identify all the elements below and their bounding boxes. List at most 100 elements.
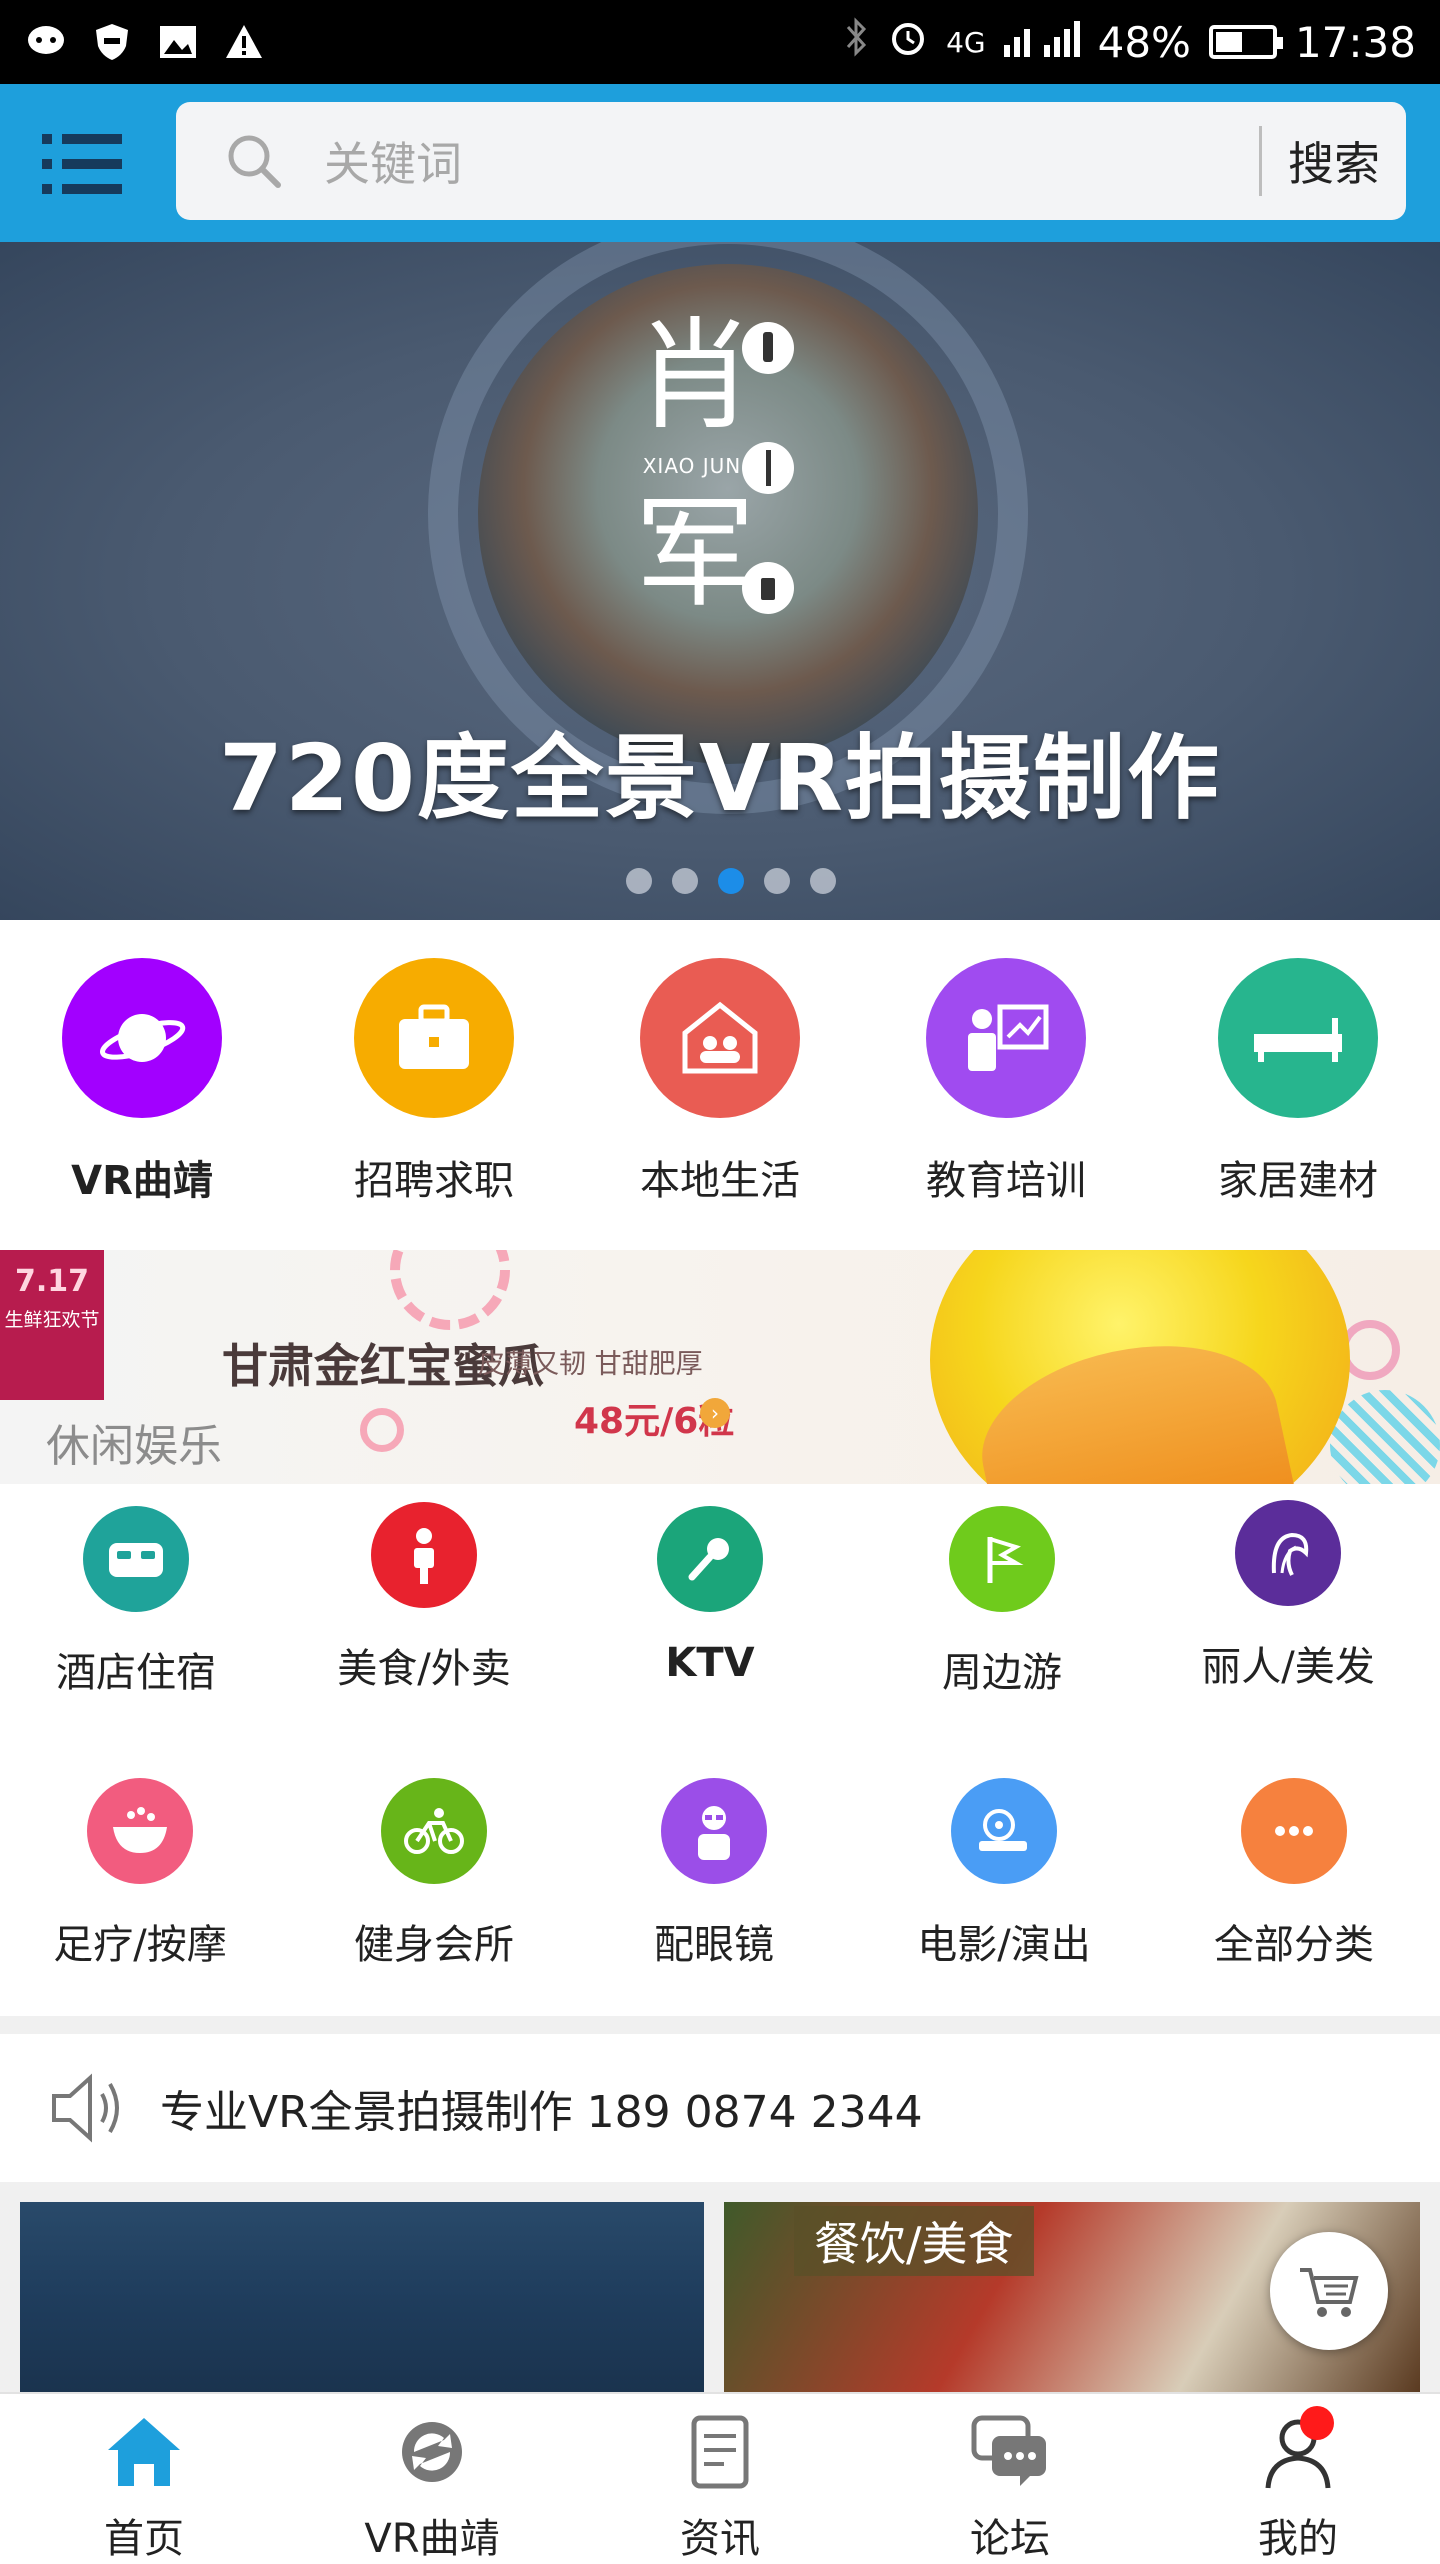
service-label: 全部分类 [1214, 1922, 1374, 1968]
tab-label: 我的 [1258, 2516, 1338, 2562]
service-glasses[interactable]: 配眼镜 [594, 1778, 834, 1970]
service-label: 丽人/美发 [1201, 1644, 1375, 1690]
main-categories: VR曲靖 招聘求职 本地生活 教育培训 家居建材 [0, 920, 1440, 1248]
category-education[interactable]: 教育培训 [876, 958, 1136, 1206]
glasses-person-icon [661, 1778, 767, 1884]
service-label: 配眼镜 [654, 1922, 774, 1968]
battery-percent: 48% [1097, 17, 1191, 67]
teacher-board-icon [926, 958, 1086, 1118]
alarm-icon [888, 17, 928, 67]
service-nearby-travel[interactable]: 周边游 [882, 1506, 1122, 1698]
film-reel-icon [951, 1778, 1057, 1884]
section-divider [0, 2016, 1440, 2034]
service-label: 健身会所 [354, 1922, 514, 1968]
service-all-categories[interactable]: 全部分类 [1174, 1778, 1414, 1970]
chevron-right-icon: › [700, 1398, 730, 1428]
category-local-life[interactable]: 本地生活 [590, 958, 850, 1206]
category-label: 家居建材 [1218, 1158, 1378, 1204]
hero-banner[interactable]: 肖军 XIAO JUN 720度全景VR拍摄制作 [0, 242, 1440, 920]
bicycle-icon [381, 1778, 487, 1884]
speaker-icon [52, 2073, 119, 2143]
banner-vertical-subtitle: XIAO JUN [642, 454, 742, 478]
rig-badge-icon [742, 562, 794, 614]
service-grid: 酒店住宿 美食/外卖 KTV 周边游 丽人/美发 足疗/按摩 健身会所 配眼镜 … [0, 1486, 1440, 2016]
menu-icon[interactable] [42, 132, 122, 196]
vr-icon [392, 2412, 472, 2492]
tab-forum[interactable]: 论坛 [910, 2412, 1110, 2564]
tab-me[interactable]: 我的 [1198, 2406, 1398, 2564]
festival-tag-name: 生鲜狂欢节 [4, 1309, 100, 1331]
foot-bath-icon [87, 1778, 193, 1884]
network-type: 4G [946, 25, 986, 59]
service-fitness[interactable]: 健身会所 [314, 1778, 554, 1970]
user-icon [1258, 2406, 1338, 2492]
delivery-person-icon [371, 1502, 477, 1608]
app-header: 关键词 搜索 [0, 84, 1440, 242]
flag-icon [949, 1506, 1055, 1612]
service-label: 足疗/按摩 [53, 1922, 227, 1968]
service-foot-massage[interactable]: 足疗/按摩 [20, 1778, 260, 1970]
search-button[interactable]: 搜索 [1262, 128, 1406, 194]
status-bar: 4G 48% 17:38 [0, 0, 1440, 84]
tab-home[interactable]: 首页 [44, 2412, 244, 2564]
carousel-dot-active[interactable] [718, 868, 744, 894]
category-home-building[interactable]: 家居建材 [1168, 958, 1428, 1206]
service-beauty-salon[interactable]: 丽人/美发 [1168, 1500, 1408, 1692]
search-bar[interactable]: 关键词 搜索 [176, 102, 1406, 220]
carousel-dot[interactable] [672, 868, 698, 894]
clock: 17:38 [1294, 17, 1416, 67]
promo-banner[interactable]: 7.17 生鲜狂欢节 甘肃金红宝蜜瓜 皮薄又韧 甘甜肥厚 48元/6粒 › 休闲… [0, 1250, 1440, 1484]
bed-icon [1218, 958, 1378, 1118]
warning-notification-icon [222, 20, 266, 64]
tab-label: 首页 [104, 2516, 184, 2562]
tab-vr-qujing[interactable]: VR曲靖 [332, 2412, 532, 2564]
banner-caption: 720度全景VR拍摄制作 [218, 725, 1222, 832]
tab-label: 资讯 [680, 2516, 760, 2562]
category-label: 教育培训 [926, 1158, 1086, 1204]
tripod-badge-icon [742, 442, 794, 494]
signal-icon [1003, 18, 1080, 67]
festival-tag: 7.17 生鲜狂欢节 [0, 1250, 104, 1400]
service-label: KTV [665, 1640, 755, 1686]
notification-badge [1300, 2406, 1334, 2440]
search-icon [228, 135, 281, 188]
category-label: 本地生活 [640, 1158, 800, 1204]
carousel-dot[interactable] [626, 868, 652, 894]
shield-notification-icon [90, 20, 134, 64]
service-ktv[interactable]: KTV [590, 1506, 830, 1686]
hotel-bed-icon [83, 1506, 189, 1612]
featured-cards: 餐饮/美食 [0, 2202, 1440, 2392]
service-hotel[interactable]: 酒店住宿 [16, 1506, 256, 1698]
tab-label: VR曲靖 [364, 2516, 500, 2562]
announcement-text: 专业VR全景拍摄制作 189 0874 2344 [160, 2087, 923, 2138]
category-label: 招聘求职 [354, 1158, 514, 1204]
tab-news[interactable]: 资讯 [620, 2412, 820, 2564]
carousel-dot[interactable] [810, 868, 836, 894]
search-input[interactable]: 关键词 [324, 128, 1259, 194]
promo-subtitle: 皮薄又韧 甘甜肥厚 [478, 1349, 703, 1380]
featured-card-sea[interactable] [20, 2202, 704, 2392]
service-movies-shows[interactable]: 电影/演出 [884, 1778, 1124, 1970]
announcement-bar[interactable]: 专业VR全景拍摄制作 189 0874 2344 [0, 2034, 1440, 2182]
service-label: 周边游 [942, 1650, 1062, 1696]
cart-button[interactable] [1270, 2232, 1388, 2350]
service-label: 电影/演出 [917, 1922, 1091, 1968]
microphone-icon [657, 1506, 763, 1612]
featured-card-label: 餐饮/美食 [794, 2206, 1034, 2276]
hair-icon [1235, 1500, 1341, 1606]
bluetooth-icon [842, 17, 870, 67]
festival-tag-date: 7.17 [14, 1264, 90, 1299]
planet-icon [62, 958, 222, 1118]
service-label: 美食/外卖 [337, 1646, 511, 1692]
service-label: 酒店住宿 [56, 1650, 216, 1696]
more-dots-icon [1241, 1778, 1347, 1884]
service-food-delivery[interactable]: 美食/外卖 [304, 1502, 544, 1694]
battery-icon [1208, 25, 1283, 59]
category-jobs[interactable]: 招聘求职 [304, 958, 564, 1206]
home-icon [104, 2412, 184, 2492]
carousel-dot[interactable] [764, 868, 790, 894]
briefcase-icon [354, 958, 514, 1118]
news-icon [680, 2412, 760, 2492]
category-vr-qujing[interactable]: VR曲靖 [12, 958, 272, 1206]
bottom-tab-bar: 首页 VR曲靖 资讯 论坛 我的 [0, 2392, 1440, 2562]
